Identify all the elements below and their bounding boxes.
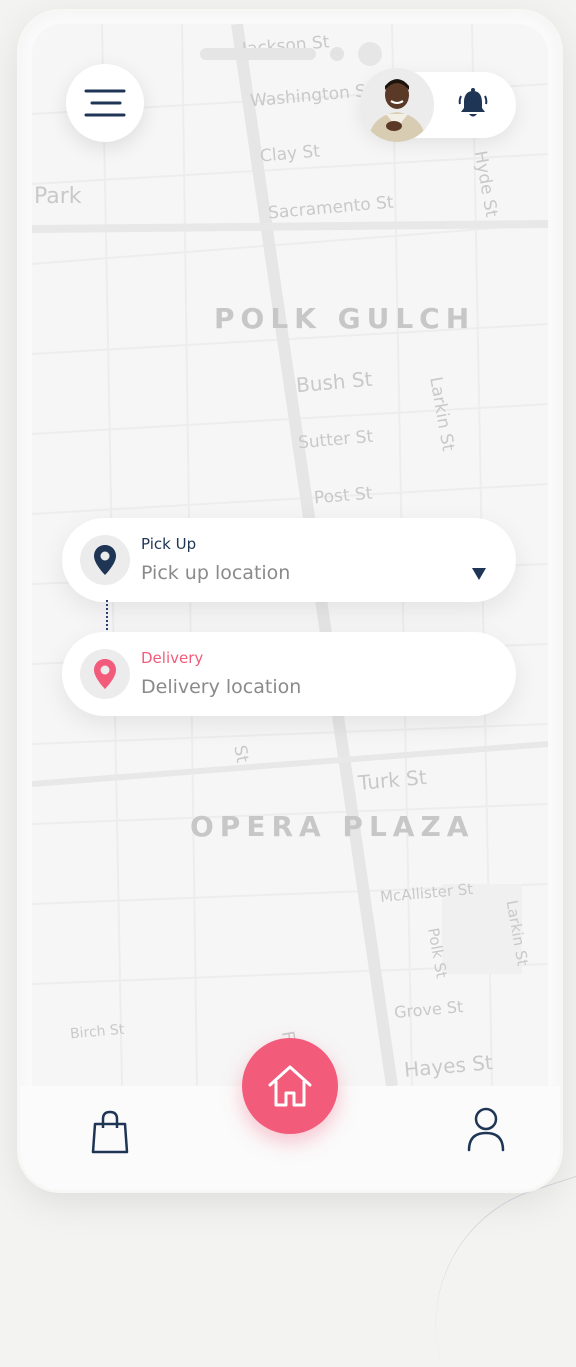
avatar[interactable] xyxy=(360,68,434,142)
delivery-location-input[interactable] xyxy=(141,676,451,698)
street-label: Park xyxy=(34,184,82,209)
chevron-down-icon[interactable] xyxy=(472,568,486,580)
menu-button[interactable] xyxy=(66,64,144,142)
street-label: St xyxy=(229,743,253,765)
delivery-icon-badge xyxy=(80,649,130,699)
camera-dot xyxy=(358,42,382,66)
profile-notification-pill xyxy=(360,68,516,142)
district-label: OPERA PLAZA xyxy=(190,810,475,843)
user-photo xyxy=(360,68,434,142)
delivery-label: Delivery xyxy=(141,649,204,667)
pickup-icon-badge xyxy=(80,535,130,585)
pickup-location-input[interactable] xyxy=(141,562,451,584)
pickup-label: Pick Up xyxy=(141,535,197,553)
background-decoration xyxy=(399,1171,576,1367)
district-label: POLK GULCH xyxy=(214,302,476,335)
home-icon xyxy=(268,1065,312,1107)
sensor-dot xyxy=(330,47,344,61)
notification-bell-icon[interactable] xyxy=(458,88,488,120)
location-pin-icon xyxy=(94,659,116,689)
location-pin-icon xyxy=(94,545,116,575)
shopping-bag-icon[interactable] xyxy=(90,1110,130,1154)
delivery-field[interactable]: Delivery xyxy=(62,632,516,716)
speaker-notch xyxy=(200,48,316,60)
profile-icon[interactable] xyxy=(466,1106,506,1152)
pickup-field[interactable]: Pick Up xyxy=(62,518,516,602)
hamburger-menu-icon xyxy=(84,89,126,117)
phone-frame: Jackson St Washington St Clay St Sacrame… xyxy=(20,12,560,1190)
route-connector xyxy=(106,600,108,634)
home-button[interactable] xyxy=(242,1038,338,1134)
